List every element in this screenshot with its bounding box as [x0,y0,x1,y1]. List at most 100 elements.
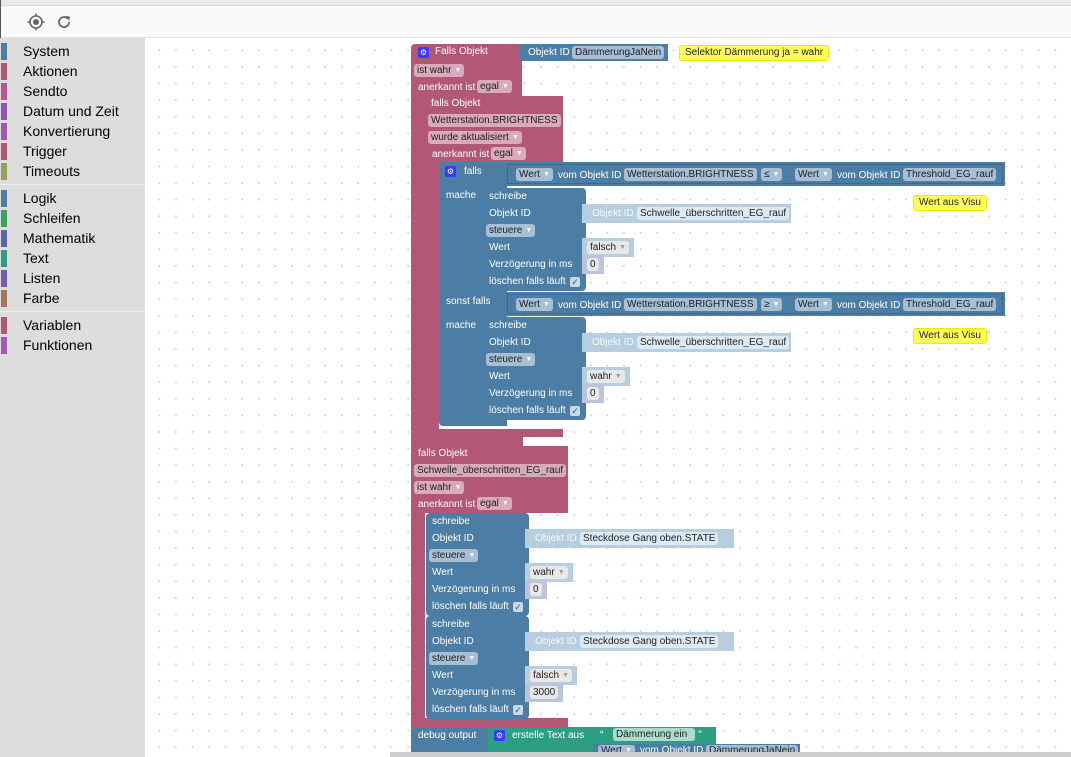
trigger-2-object-field[interactable]: Wetterstation.BRIGHTNESS [428,114,561,127]
category-color-stripe [1,270,7,287]
trigger-block-spine [411,96,425,446]
clear-label: löschen falls läuft [489,405,566,416]
toolbox-category-funktionen[interactable]: Funktionen [0,335,145,355]
clear-checkbox[interactable]: ✓ [513,602,523,612]
property-dropdown[interactable]: Wert ▼ [516,298,553,311]
clear-label: löschen falls läuft [432,601,509,612]
ack-dropdown[interactable]: egal ▼ [477,497,512,510]
text-field[interactable]: Dämmerung ein [613,728,695,741]
ack-value: egal [480,498,499,509]
operator-dropdown[interactable]: ≤ ▼ [761,168,783,181]
mode-value: steuere [432,550,466,561]
trigger-2-condition-dropdown[interactable]: wurde aktualisiert ▼ [428,131,522,144]
comment-bubble[interactable]: Selektor Dämmerung ja = wahr [679,45,830,61]
mode-dropdown[interactable]: steuere ▼ [486,353,536,366]
object-id-field[interactable]: Schwelle_überschritten_EG_rauf [637,336,790,349]
value-label: Wert [489,371,510,382]
property-dropdown[interactable]: Wert ▼ [516,168,553,181]
comment-bubble[interactable]: Wert aus Visu [913,195,987,211]
category-label: Listen [23,270,61,286]
object-id-field[interactable]: Schwelle_überschritten_EG_rauf [637,207,790,220]
property-dropdown[interactable]: Wert ▼ [795,298,832,311]
gear-icon[interactable]: ⚙ [445,166,456,177]
toolbar [0,6,1071,38]
object-id-inner-label: Objekt ID [535,533,577,544]
object-id-inner-label: Objekt ID [592,337,634,348]
ack-label: anerkannt ist [418,499,476,510]
object-id-field[interactable]: Steckdose Gang oben.STATE [580,635,719,648]
toolbox-category-logik[interactable]: Logik [0,188,145,208]
clear-checkbox[interactable]: ✓ [513,705,523,715]
property-dropdown[interactable]: Wert ▼ [795,168,832,181]
toolbox-category-aktionen[interactable]: Aktionen [0,61,145,81]
toolbox-category-farbe[interactable]: Farbe [0,288,145,308]
center-button[interactable] [26,12,46,32]
dropdown-arrow-icon: ▼ [454,484,462,491]
value-dropdown[interactable]: falsch ▼ [587,241,630,254]
dropdown-arrow-icon: ▼ [542,171,550,178]
toolbox-category-variablen[interactable]: Variablen [0,315,145,335]
ack-dropdown[interactable]: egal ▼ [491,147,526,160]
property-value: Wert [798,299,819,310]
dropdown-arrow-icon: ▼ [525,356,533,363]
delay-label: Verzögerung in ms [489,388,573,399]
category-color-stripe [1,83,7,100]
toolbox-category-konvertierung[interactable]: Konvertierung [0,121,145,141]
mode-dropdown[interactable]: steuere ▼ [429,549,479,562]
object-field[interactable]: Wetterstation.BRIGHTNESS [624,168,757,181]
toolbox-category-datum-und-zeit[interactable]: Datum und Zeit [0,101,145,121]
property-value: Wert [798,169,819,180]
category-label: System [23,43,70,59]
toolbox-category-text[interactable]: Text [0,248,145,268]
value-dropdown[interactable]: wahr ▼ [530,566,568,579]
category-color-stripe [1,43,7,60]
toolbox-category-schleifen[interactable]: Schleifen [0,208,145,228]
value-dropdown[interactable]: falsch ▼ [530,669,573,682]
gear-icon[interactable]: ⚙ [418,47,429,58]
object-field[interactable]: Threshold_EG_rauf [903,298,997,311]
object-id-field[interactable]: DämmerungJaNein [572,46,665,59]
object-id-label: Objekt ID [432,533,474,544]
clear-checkbox[interactable]: ✓ [570,277,580,287]
category-label: Logik [23,190,57,206]
value-dropdown[interactable]: wahr ▼ [587,370,625,383]
mode-value: steuere [489,225,523,236]
dropdown-arrow-icon: ▼ [562,672,570,679]
object-field[interactable]: Wetterstation.BRIGHTNESS [624,298,757,311]
toolbox-category-trigger[interactable]: Trigger [0,141,145,161]
object-label: vom Objekt ID [558,170,622,181]
ack-dropdown[interactable]: egal ▼ [477,80,512,93]
toolbox-category-mathematik[interactable]: Mathematik [0,228,145,248]
object-id-field[interactable]: Steckdose Gang oben.STATE [580,532,719,545]
mode-dropdown[interactable]: steuere ▼ [429,652,479,665]
horizontal-scrollbar[interactable] [390,752,1071,757]
trigger-block-2-spine [425,166,439,430]
dropdown-arrow-icon: ▼ [468,552,476,559]
trigger-3-object-field[interactable]: Schwelle_überschritten_EG_rauf [414,464,567,477]
toolbox-category-timeouts[interactable]: Timeouts [0,161,145,181]
delay-field[interactable]: 0 [587,258,599,271]
trigger-3-condition-dropdown[interactable]: ist wahr ▼ [414,481,465,494]
delay-field[interactable]: 0 [530,583,542,596]
refresh-button[interactable] [54,12,74,32]
toolbox-category-system[interactable]: System [0,41,145,61]
category-label: Aktionen [23,63,78,79]
dropdown-arrow-icon: ▼ [821,301,829,308]
object-label: vom Objekt ID [837,170,901,181]
category-color-stripe [1,230,7,247]
clear-checkbox[interactable]: ✓ [570,406,580,416]
category-color-stripe [1,143,7,160]
category-label: Datum und Zeit [23,103,119,119]
delay-field[interactable]: 0 [587,387,599,400]
comment-bubble[interactable]: Wert aus Visu [913,328,987,344]
category-color-stripe [1,337,7,354]
object-field[interactable]: Threshold_EG_rauf [903,168,997,181]
toolbox-category-listen[interactable]: Listen [0,268,145,288]
mode-dropdown[interactable]: steuere ▼ [486,224,536,237]
operator-dropdown[interactable]: ≥ ▼ [761,298,783,311]
gear-icon[interactable]: ⚙ [494,730,505,741]
operator-value: ≥ [764,299,770,310]
condition-dropdown[interactable]: ist wahr ▼ [414,64,465,77]
toolbox-category-sendto[interactable]: Sendto [0,81,145,101]
delay-field[interactable]: 3000 [530,686,559,699]
